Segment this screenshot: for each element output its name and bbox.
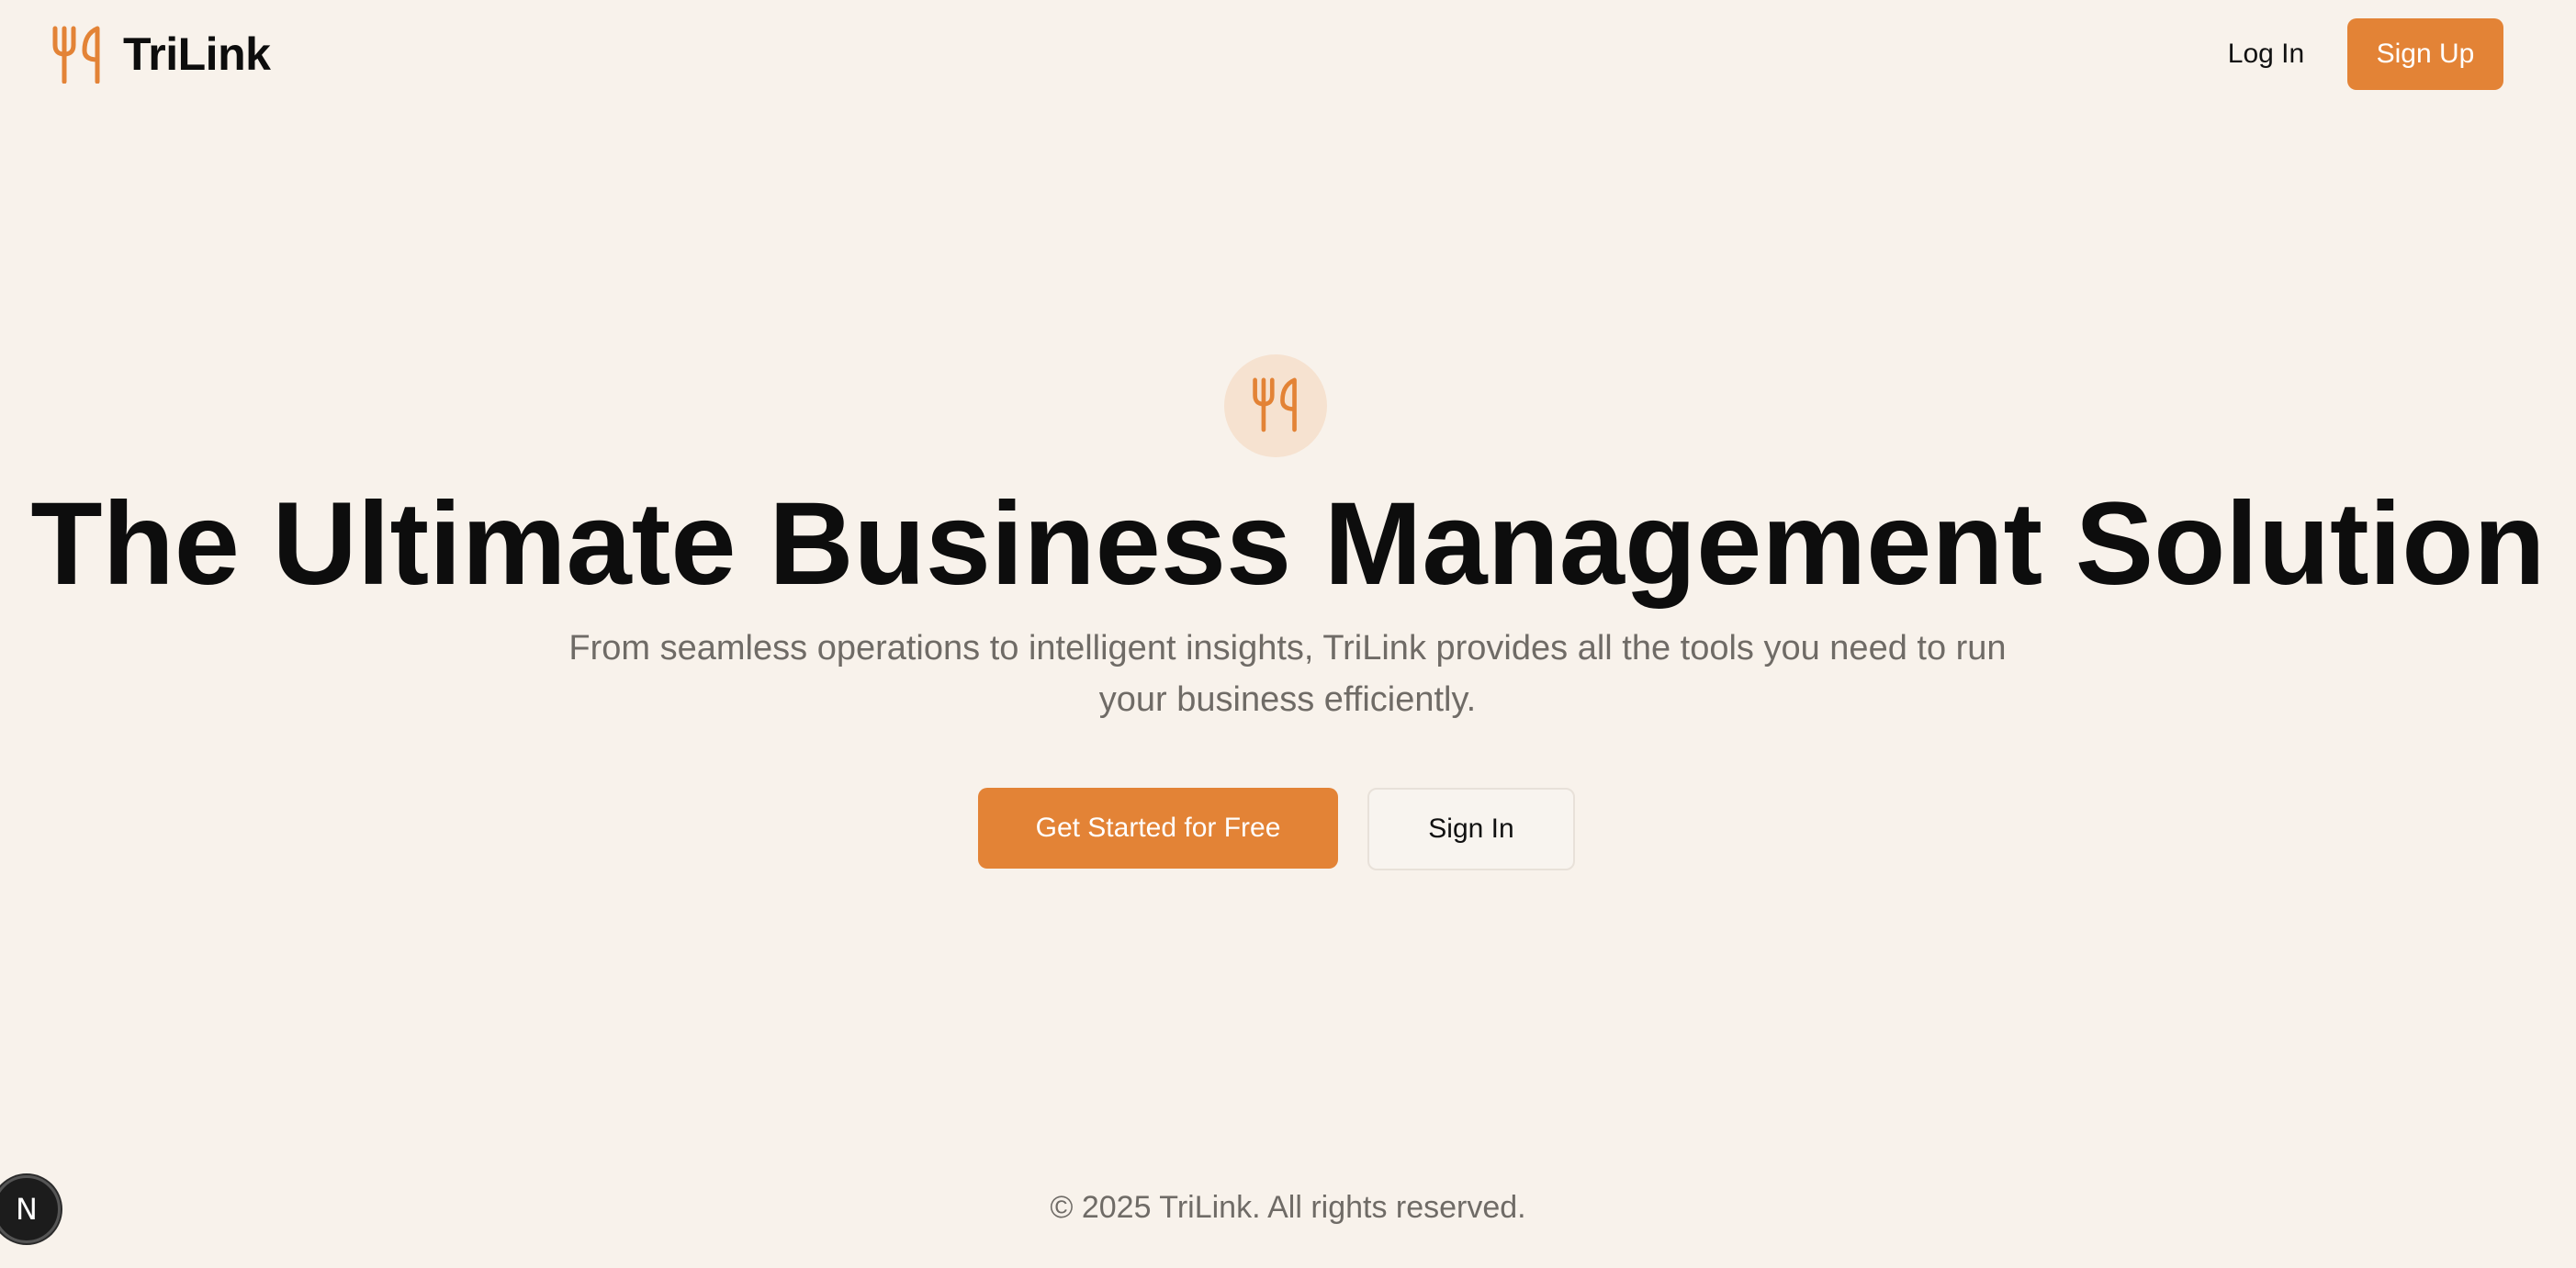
utensils-icon [50, 25, 105, 84]
landing-page: TriLink Log In Sign Up The Ultimate Busi… [0, 0, 2576, 1268]
brand-name: TriLink [123, 28, 271, 80]
get-started-button[interactable]: Get Started for Free [978, 788, 1338, 869]
top-nav: TriLink Log In Sign Up [0, 0, 2576, 108]
utensils-icon [1250, 376, 1301, 437]
footer-copyright: © 2025 TriLink. All rights reserved. [1050, 1190, 1526, 1225]
sign-in-button[interactable]: Sign In [1367, 788, 1575, 870]
login-link[interactable]: Log In [2204, 18, 2328, 90]
hero-subtitle: From seamless operations to intelligent … [568, 629, 2007, 719]
hero-badge [1224, 354, 1327, 457]
brand-logo[interactable]: TriLink [50, 24, 271, 84]
hero-title: The Ultimate Business Management Solutio… [30, 478, 2546, 610]
signup-button[interactable]: Sign Up [2347, 18, 2503, 90]
dev-tools-indicator[interactable]: N [0, 1175, 61, 1243]
